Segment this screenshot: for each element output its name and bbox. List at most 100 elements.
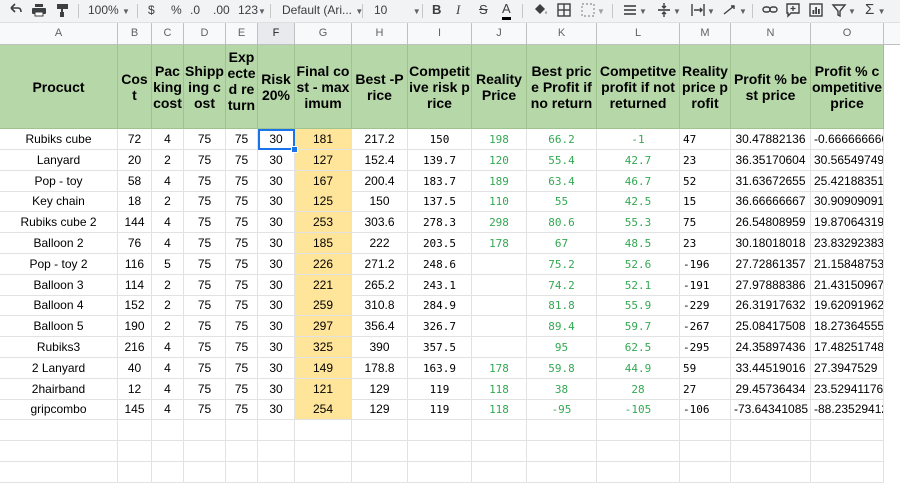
header-competitive-risk-price[interactable]: Competitive risk price [408, 45, 472, 129]
cell-packing-cost[interactable]: 4 [152, 378, 184, 400]
cell-risk[interactable]: 30 [258, 212, 295, 234]
cell-final-cost[interactable]: 181 [295, 129, 352, 150]
cell-reality-price[interactable]: 118 [472, 378, 527, 400]
cell-best-price-profit[interactable]: 66.2 [527, 129, 597, 150]
selection-fill-handle[interactable] [291, 145, 298, 153]
cell-competitive-risk-price[interactable]: 357.5 [408, 337, 472, 358]
cell-best-price[interactable]: 356.4 [352, 316, 408, 338]
cell-shipping-cost[interactable]: 75 [184, 170, 226, 192]
cell-best-price-profit[interactable]: 95 [527, 337, 597, 358]
cell-best-price[interactable]: 271.2 [352, 253, 408, 275]
header-risk[interactable]: Risk 20% [258, 45, 295, 129]
cell-expected-return[interactable]: 75 [226, 212, 258, 234]
cell-shipping-cost[interactable]: 75 [184, 295, 226, 317]
cell-shipping-cost[interactable]: 75 [184, 212, 226, 234]
cell-final-cost[interactable]: 125 [295, 191, 352, 213]
empty-cell[interactable] [527, 441, 597, 462]
cell-shipping-cost[interactable]: 75 [184, 274, 226, 296]
cell-reality-price[interactable]: 178 [472, 233, 527, 254]
cell-shipping-cost[interactable]: 75 [184, 399, 226, 421]
cell-reality-price[interactable]: 298 [472, 212, 527, 234]
header-packing-cost[interactable]: Packing cost [152, 45, 184, 129]
cell-cost[interactable]: 116 [118, 253, 152, 275]
cell-expected-return[interactable]: 75 [226, 191, 258, 213]
empty-cell[interactable] [352, 420, 408, 442]
cell-expected-return[interactable]: 75 [226, 170, 258, 192]
empty-cell[interactable] [472, 441, 527, 462]
cell-competitive-profit[interactable]: 46.7 [597, 170, 680, 192]
cell-packing-cost[interactable]: 2 [152, 274, 184, 296]
cell-best-price[interactable]: 303.6 [352, 212, 408, 234]
cell-reality-price-profit[interactable]: 15 [680, 191, 731, 213]
cell-best-price-profit[interactable]: 89.4 [527, 316, 597, 338]
cell-profit-best-price[interactable]: 36.35170604 [731, 149, 811, 171]
empty-cell[interactable] [295, 441, 352, 462]
empty-cell[interactable] [408, 420, 472, 442]
cell-reality-price[interactable]: 120 [472, 149, 527, 171]
cell-competitive-profit[interactable]: 59.7 [597, 316, 680, 338]
cell-reality-price-profit[interactable]: -267 [680, 316, 731, 338]
cell-expected-return[interactable]: 75 [226, 274, 258, 296]
cell-product[interactable]: Balloon 4 [0, 295, 118, 317]
column-header-d[interactable]: D [184, 23, 226, 44]
strikethrough-button[interactable]: S [479, 0, 488, 22]
cell-best-price-profit[interactable]: 74.2 [527, 274, 597, 296]
empty-cell[interactable] [352, 461, 408, 483]
empty-cell[interactable] [527, 461, 597, 483]
cell-packing-cost[interactable]: 5 [152, 253, 184, 275]
cell-expected-return[interactable]: 75 [226, 149, 258, 171]
empty-cell[interactable] [184, 461, 226, 483]
column-header-h[interactable]: H [352, 23, 408, 44]
cell-profit-competitive-price[interactable]: 30.90909091 [811, 191, 884, 213]
cell-profit-best-price[interactable]: 27.72861357 [731, 253, 811, 275]
cell-competitive-risk-price[interactable]: 326.7 [408, 316, 472, 338]
empty-cell[interactable] [226, 441, 258, 462]
empty-cell[interactable] [0, 461, 118, 483]
cell-expected-return[interactable]: 75 [226, 253, 258, 275]
empty-cell[interactable] [258, 461, 295, 483]
empty-cell[interactable] [258, 420, 295, 442]
cell-competitive-risk-price[interactable]: 284.9 [408, 295, 472, 317]
decrease-decimal-button[interactable]: .0 [190, 0, 200, 22]
cell-product[interactable]: 2 Lanyard [0, 357, 118, 379]
cell-profit-best-price[interactable]: 25.08417508 [731, 316, 811, 338]
cell-risk[interactable]: 30 [258, 295, 295, 317]
empty-cell[interactable] [295, 461, 352, 483]
empty-cell[interactable] [680, 441, 731, 462]
cell-expected-return[interactable]: 75 [226, 337, 258, 358]
cell-profit-best-price[interactable]: 36.66666667 [731, 191, 811, 213]
text-rotation-icon[interactable]: ▼ [722, 0, 746, 22]
cell-packing-cost[interactable]: 4 [152, 399, 184, 421]
borders-icon[interactable] [556, 0, 572, 22]
cell-cost[interactable]: 40 [118, 357, 152, 379]
empty-cell[interactable] [811, 461, 884, 483]
font-size-select[interactable]: 10 ▼ [374, 0, 421, 22]
column-header-i[interactable]: I [408, 23, 472, 44]
cell-profit-best-price[interactable]: 26.54808959 [731, 212, 811, 234]
cell-cost[interactable]: 58 [118, 170, 152, 192]
empty-cell[interactable] [680, 461, 731, 483]
increase-decimal-button[interactable]: .00 [213, 0, 230, 22]
cell-final-cost[interactable]: 226 [295, 253, 352, 275]
cell-cost[interactable]: 76 [118, 233, 152, 254]
cell-expected-return[interactable]: 75 [226, 357, 258, 379]
empty-cell[interactable] [184, 441, 226, 462]
cell-shipping-cost[interactable]: 75 [184, 149, 226, 171]
cell-competitive-profit[interactable]: 28 [597, 378, 680, 400]
cell-profit-competitive-price[interactable]: 17.48251748 [811, 337, 884, 358]
cell-risk[interactable]: 30 [258, 149, 295, 171]
empty-cell[interactable] [226, 420, 258, 442]
percent-format-button[interactable]: % [171, 0, 182, 22]
cell-profit-best-price[interactable]: -73.64341085 [731, 399, 811, 421]
filter-icon[interactable]: ▼ [831, 0, 855, 22]
cell-expected-return[interactable]: 75 [226, 233, 258, 254]
cell-product[interactable]: Rubiks3 [0, 337, 118, 358]
header-cost[interactable]: Cost [118, 45, 152, 129]
header-profit-competitive-price[interactable]: Profit % competitive price [811, 45, 884, 129]
cell-expected-return[interactable]: 75 [226, 316, 258, 338]
empty-cell[interactable] [118, 441, 152, 462]
cell-cost[interactable]: 152 [118, 295, 152, 317]
cell-product[interactable]: Balloon 3 [0, 274, 118, 296]
column-header-j[interactable]: J [472, 23, 527, 44]
cell-best-price[interactable]: 150 [352, 191, 408, 213]
